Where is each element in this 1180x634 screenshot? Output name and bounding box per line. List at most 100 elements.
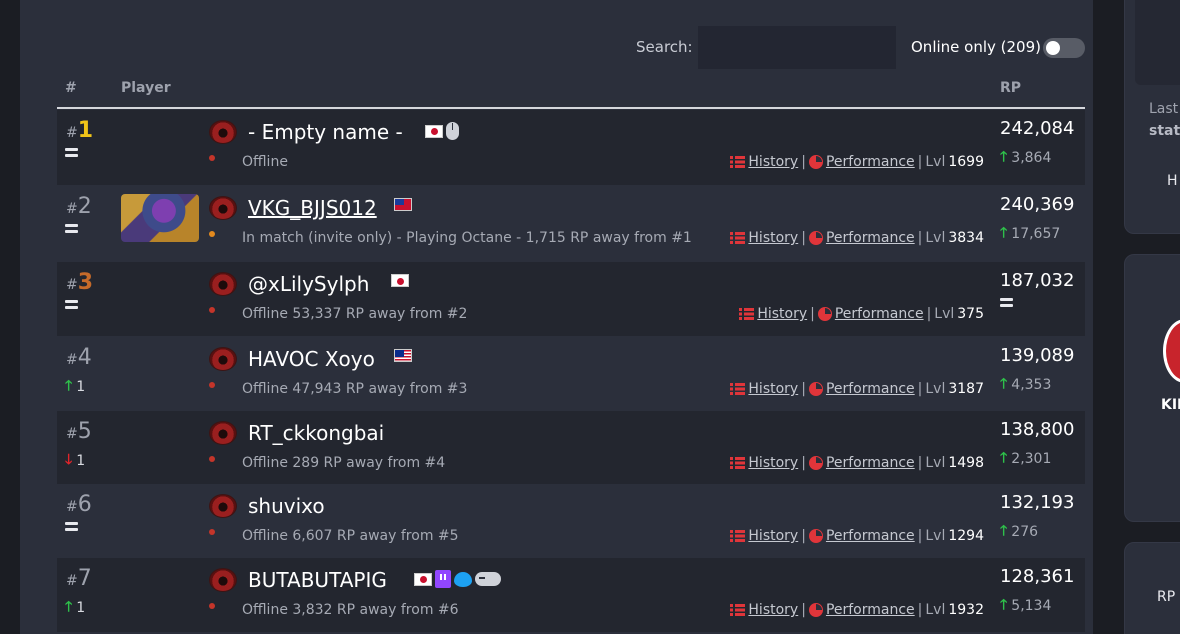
team-logo-icon[interactable] (209, 120, 237, 144)
rank-number: 5 (77, 419, 92, 444)
rp-change-value: 5,134 (1011, 598, 1052, 614)
player-links: History | Performance | Lvl 1699 (730, 154, 984, 170)
separator: | (917, 602, 923, 618)
separator: | (801, 381, 806, 397)
level-value: 1294 (948, 528, 984, 544)
japan-flag-icon (414, 572, 432, 586)
toggle-knob (1046, 41, 1060, 55)
player-avatar[interactable] (121, 194, 199, 242)
rp-change-value: 2,301 (1011, 451, 1052, 467)
arrow-down-icon: 🡓 (65, 452, 73, 468)
equals-icon (1000, 298, 1013, 307)
performance-link[interactable]: Performance (826, 230, 915, 246)
rp-change-value: 17,657 (1011, 226, 1061, 242)
side-stat-text: stat (1149, 123, 1180, 139)
rp-change-value: 3,864 (1011, 150, 1052, 166)
player-badges (391, 274, 409, 287)
side-player-avatar[interactable] (1163, 319, 1180, 383)
gamepad-icon (475, 572, 501, 586)
player-name[interactable]: shuvixo (248, 494, 325, 518)
column-header-rp[interactable]: RP (1000, 80, 1021, 96)
side-rp-text: RP (1157, 589, 1176, 605)
separator: | (917, 455, 923, 471)
level-label: Lvl (925, 455, 946, 471)
online-only-toggle[interactable] (1043, 38, 1085, 58)
performance-link[interactable]: Performance (826, 381, 915, 397)
rank-change-value: 1 (76, 453, 86, 469)
pie-chart-icon (808, 231, 823, 245)
rank-hash: # (66, 352, 78, 368)
rank-cell: #7 (66, 566, 92, 591)
arrow-up-icon: 🡑 (1000, 597, 1008, 613)
table-row: #3 @xLilySylph Offline 53,337 RP away fr… (57, 262, 1085, 336)
player-status: Offline 3,832 RP away from #6 (242, 602, 459, 618)
performance-link[interactable]: Performance (826, 154, 915, 170)
rp-value: 138,800 (1000, 419, 1075, 440)
rank-number: 6 (77, 492, 92, 517)
player-name[interactable]: BUTABUTAPIG (248, 568, 387, 592)
player-badges (394, 198, 412, 211)
level-label: Lvl (925, 528, 946, 544)
side-card-player: KIN (1124, 254, 1180, 522)
team-logo-icon[interactable] (209, 494, 237, 518)
player-links: History | Performance | Lvl 3187 (730, 381, 984, 397)
pie-chart-icon (808, 382, 823, 396)
history-link[interactable]: History (748, 381, 798, 397)
rank-change (65, 300, 78, 309)
team-logo-icon[interactable] (209, 196, 237, 220)
performance-link[interactable]: Performance (826, 528, 915, 544)
history-link[interactable]: History (757, 306, 807, 322)
player-name[interactable]: VKG_BJJS012 (248, 196, 377, 220)
history-link[interactable]: History (748, 230, 798, 246)
rp-change-value: 276 (1011, 524, 1039, 540)
separator: | (926, 306, 932, 322)
list-icon (730, 530, 746, 542)
column-header-rank[interactable]: # (65, 80, 77, 96)
rp-change (1000, 298, 1013, 307)
separator: | (801, 455, 806, 471)
side-player-name[interactable]: KIN (1161, 397, 1180, 413)
history-link[interactable]: History (748, 602, 798, 618)
pie-chart-icon (817, 307, 832, 321)
twitter-icon[interactable] (454, 571, 472, 587)
list-icon (730, 383, 746, 395)
history-link[interactable]: History (748, 528, 798, 544)
player-name[interactable]: HAVOC Xoyo (248, 347, 375, 371)
player-status: Offline 6,607 RP away from #5 (242, 528, 459, 544)
rank-hash: # (66, 125, 78, 141)
team-logo-icon[interactable] (209, 568, 237, 592)
rp-change: 🡑 17,657 (1000, 222, 1060, 246)
performance-link[interactable]: Performance (826, 455, 915, 471)
player-name[interactable]: @xLilySylph (248, 272, 369, 296)
rank-hash: # (66, 573, 78, 589)
team-logo-icon[interactable] (209, 272, 237, 296)
table-row: #2 VKG_BJJS012 In match (invite only) - … (57, 186, 1085, 261)
separator: | (801, 230, 806, 246)
player-name[interactable]: RT_ckkongbai (248, 421, 384, 445)
team-logo-icon[interactable] (209, 421, 237, 445)
arrow-up-icon: 🡑 (1000, 450, 1008, 466)
column-header-player[interactable]: Player (121, 80, 171, 96)
performance-link[interactable]: Performance (826, 602, 915, 618)
team-logo-icon[interactable] (209, 347, 237, 371)
twitch-icon[interactable] (435, 570, 451, 588)
side-h-text: H (1167, 173, 1178, 189)
history-link[interactable]: History (748, 455, 798, 471)
player-status: Offline 289 RP away from #4 (242, 455, 446, 471)
player-name[interactable]: - Empty name - (248, 120, 403, 144)
history-link[interactable]: History (748, 154, 798, 170)
player-status: Offline 53,337 RP away from #2 (242, 306, 468, 322)
rank-cell: #5 (66, 419, 92, 444)
rp-change: 🡑 4,353 (1000, 373, 1051, 397)
performance-link[interactable]: Performance (835, 306, 924, 322)
table-row: #1 - Empty name - Offline History | Perf… (57, 110, 1085, 185)
search-input[interactable] (698, 26, 896, 69)
rp-change: 🡑 5,134 (1000, 594, 1051, 618)
rank-change (65, 148, 78, 157)
rp-value: 139,089 (1000, 345, 1075, 366)
rank-change (65, 522, 78, 531)
header-divider (57, 107, 1085, 109)
rank-change-value: 1 (76, 379, 86, 395)
rp-change: 🡑 276 (1000, 520, 1038, 544)
level-label: Lvl (925, 602, 946, 618)
